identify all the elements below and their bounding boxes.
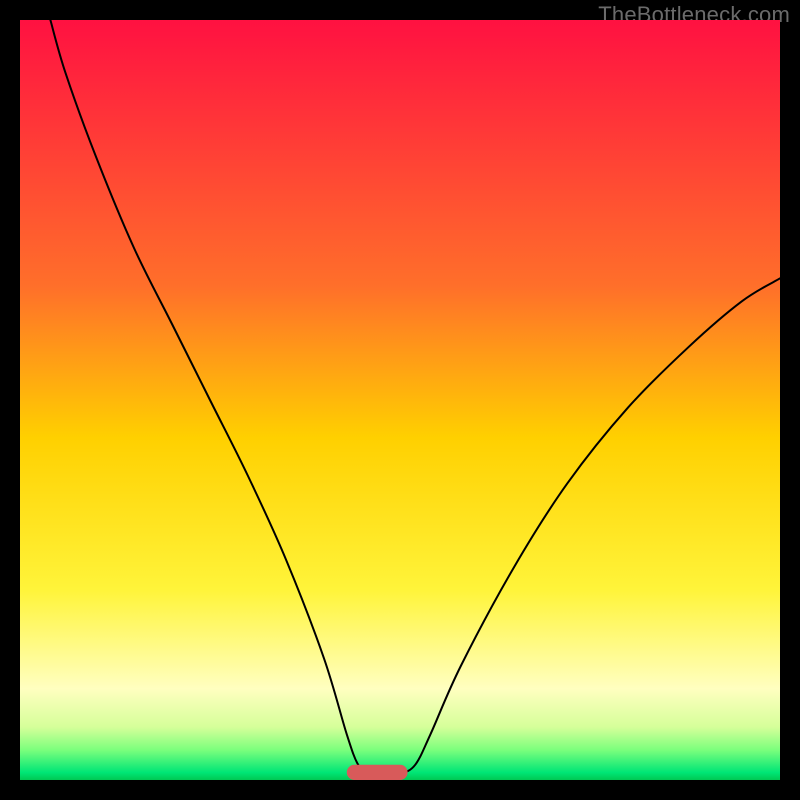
bottleneck-curve-chart [20,20,780,780]
plot-area [20,20,780,780]
gradient-background [20,20,780,780]
chart-frame: TheBottleneck.com [0,0,800,800]
minimum-marker [347,765,408,780]
